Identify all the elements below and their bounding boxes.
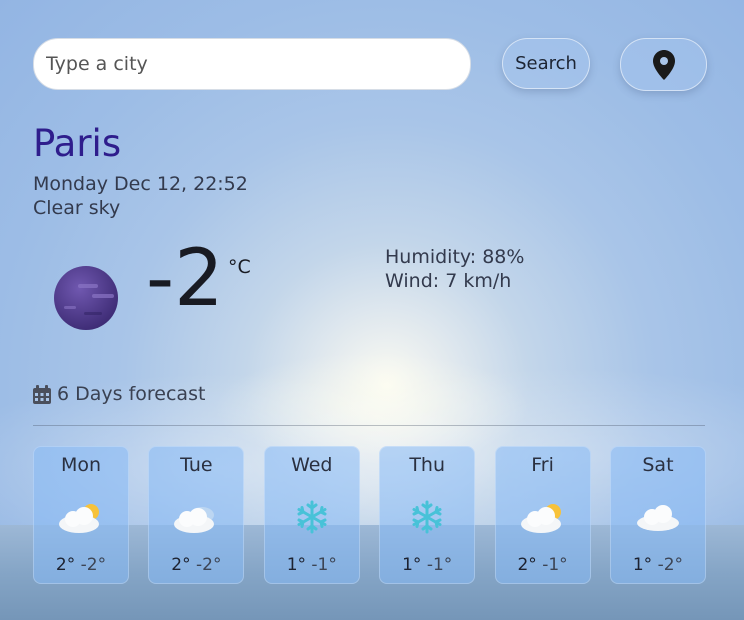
forecast-day-card[interactable]: Thu 1° -1°: [379, 446, 476, 584]
partly-cloudy-icon: [520, 504, 561, 533]
weather-description: Clear sky: [33, 197, 121, 219]
forecast-temps: 2° -2°: [34, 555, 128, 575]
current-datetime: Monday Dec 12, 22:52: [33, 173, 248, 195]
forecast-list: Mon 2° -2° Tue 2° -2° Wed 1° -1° Thu 1° …: [33, 446, 706, 584]
cloud-icon: [636, 505, 679, 531]
cloudy-icon: [174, 507, 215, 533]
moon-icon: [54, 266, 118, 330]
forecast-day-name: Tue: [180, 454, 213, 476]
forecast-min: -1°: [542, 555, 568, 575]
temperature-unit: °C: [228, 256, 251, 278]
calendar-icon: [33, 384, 51, 404]
forecast-temps: 1° -1°: [265, 555, 359, 575]
current-location-button[interactable]: [620, 38, 707, 91]
forecast-temps: 1° -2°: [611, 555, 705, 575]
forecast-max: 1°: [402, 555, 422, 575]
forecast-min: -2°: [80, 555, 107, 575]
forecast-max: 2°: [55, 555, 76, 575]
forecast-day-name: Fri: [531, 454, 554, 476]
forecast-max: 1°: [632, 555, 653, 575]
snow-icon: [412, 500, 442, 534]
forecast-temps: 2° -1°: [496, 555, 590, 575]
forecast-temps: 2° -2°: [149, 555, 243, 575]
forecast-day-name: Wed: [291, 454, 333, 476]
forecast-min: -2°: [196, 555, 222, 575]
forecast-day-card[interactable]: Tue 2° -2°: [148, 446, 245, 584]
forecast-max: 2°: [171, 555, 191, 575]
wind-value: Wind: 7 km/h: [385, 270, 512, 292]
humidity-value: Humidity: 88%: [385, 246, 525, 268]
city-search-input[interactable]: [33, 38, 471, 90]
city-name: Paris: [33, 122, 122, 165]
forecast-max: 1°: [286, 555, 307, 575]
forecast-day-card[interactable]: Fri 2° -1°: [494, 446, 591, 584]
forecast-heading: 6 Days forecast: [33, 383, 205, 405]
divider: [33, 425, 705, 426]
forecast-day-name: Thu: [409, 454, 446, 476]
current-temperature: -2: [146, 234, 224, 324]
snow-icon: [297, 500, 327, 534]
partly-cloudy-icon: [59, 504, 99, 533]
forecast-day-card[interactable]: Sat 1° -2°: [609, 446, 706, 584]
search-button[interactable]: Search: [502, 38, 590, 89]
forecast-day-name: Sat: [642, 454, 674, 476]
forecast-min: -1°: [426, 555, 453, 575]
forecast-min: -1°: [311, 555, 337, 575]
forecast-day-card[interactable]: Mon 2° -2°: [33, 446, 129, 584]
forecast-title: 6 Days forecast: [57, 383, 206, 405]
forecast-max: 2°: [517, 555, 537, 575]
location-pin-icon: [652, 49, 675, 80]
forecast-day-card[interactable]: Wed 1° -1°: [263, 446, 360, 584]
forecast-temps: 1° -1°: [380, 555, 474, 575]
forecast-day-name: Mon: [60, 454, 102, 476]
forecast-min: -2°: [657, 555, 684, 575]
